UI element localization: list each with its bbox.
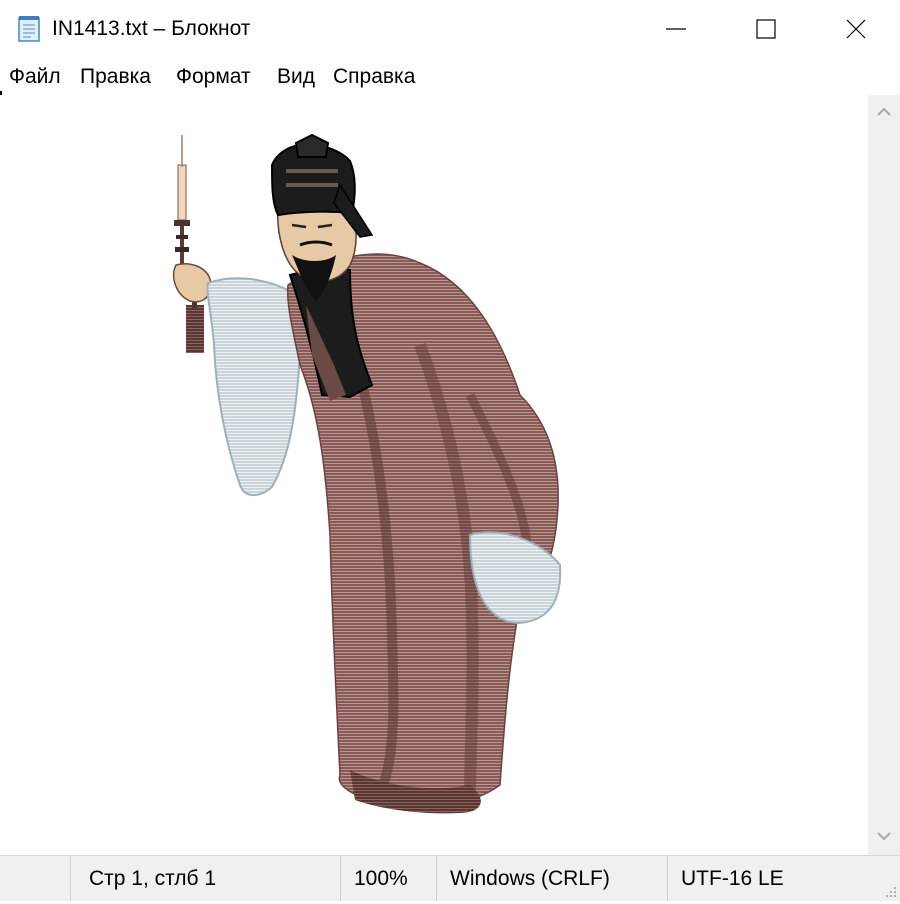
menu-bar: Файл Правка Формат Вид Справка xyxy=(0,58,900,94)
menu-edit[interactable]: Правка xyxy=(80,64,151,90)
status-bar: Стр 1, стлб 1 100% Windows (CRLF) UTF-16… xyxy=(0,855,900,901)
resize-grip-icon[interactable] xyxy=(882,883,898,899)
candle-staff xyxy=(174,135,204,353)
chevron-up-icon xyxy=(876,104,892,122)
title-bar[interactable]: IN1413.txt – Блокнот xyxy=(0,0,900,58)
scroll-down-button[interactable] xyxy=(868,819,900,855)
text-editor[interactable] xyxy=(0,95,868,855)
vertical-scrollbar[interactable] xyxy=(868,95,900,855)
window-title: IN1413.txt – Блокнот xyxy=(52,17,251,40)
status-position: Стр 1, стлб 1 xyxy=(89,867,217,890)
maximize-button[interactable] xyxy=(720,0,812,58)
status-zoom: 100% xyxy=(354,867,408,890)
status-encoding: UTF-16 LE xyxy=(681,867,784,890)
status-divider xyxy=(436,856,437,901)
close-button[interactable] xyxy=(810,0,900,58)
status-line-endings: Windows (CRLF) xyxy=(450,867,610,890)
minimize-button[interactable] xyxy=(630,0,722,58)
close-icon xyxy=(846,19,866,39)
sleeve-left xyxy=(206,277,302,496)
ascii-art-figure xyxy=(172,133,562,814)
menu-format[interactable]: Формат xyxy=(176,64,251,90)
status-divider xyxy=(340,856,341,901)
maximize-icon xyxy=(756,19,776,39)
menu-file[interactable]: Файл xyxy=(9,64,61,90)
hand xyxy=(172,263,212,303)
minimize-icon xyxy=(666,19,686,39)
menu-help[interactable]: Справка xyxy=(333,64,415,90)
chevron-down-icon xyxy=(876,828,892,846)
notepad-icon xyxy=(16,14,42,42)
status-divider xyxy=(70,856,71,901)
scroll-up-button[interactable] xyxy=(868,95,900,131)
menu-view[interactable]: Вид xyxy=(277,64,315,90)
status-divider xyxy=(667,856,668,901)
